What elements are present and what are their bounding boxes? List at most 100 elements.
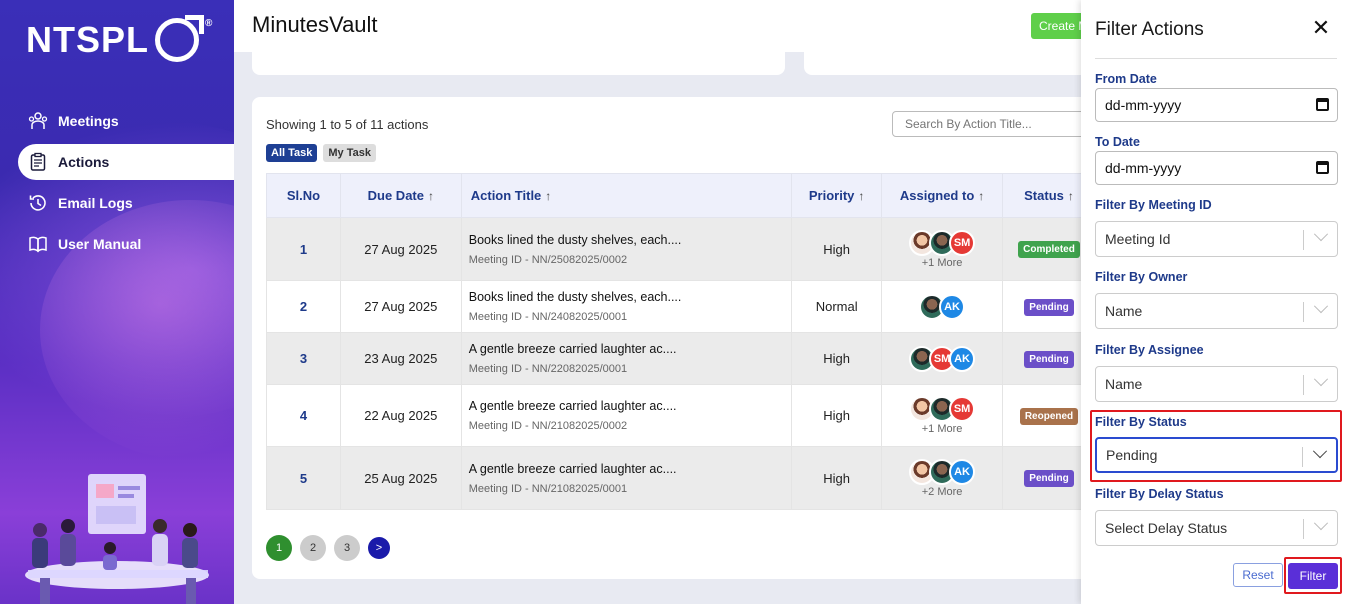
row-assigned-to: SM +1 More — [881, 384, 1004, 447]
status-badge: Completed — [1018, 241, 1080, 258]
column-header-action-title[interactable]: Action Title ↑ — [460, 173, 793, 218]
page-button-2[interactable]: 2 — [300, 535, 326, 561]
avatar: SM — [949, 229, 976, 256]
status-badge: Pending — [1024, 350, 1074, 368]
filter-button[interactable]: Filter — [1288, 563, 1338, 589]
row-assigned-to: AK — [881, 280, 1004, 333]
action-title-text[interactable]: Books lined the dusty shelves, each.... — [469, 233, 791, 247]
sidebar-item-email-logs[interactable]: Email Logs — [18, 185, 234, 221]
table-row[interactable]: 4 22 Aug 2025 A gentle breeze carried la… — [266, 384, 1096, 447]
next-page-icon[interactable]: > — [368, 537, 390, 559]
sort-arrow-icon[interactable]: ↑ — [978, 189, 984, 203]
action-title-text[interactable]: A gentle breeze carried laughter ac.... — [469, 342, 791, 356]
delay-status-select[interactable]: Select Delay Status — [1095, 510, 1338, 546]
action-title-text[interactable]: A gentle breeze carried laughter ac.... — [469, 462, 791, 476]
summary-card — [252, 52, 785, 75]
row-action-title[interactable]: Books lined the dusty shelves, each.... … — [460, 217, 793, 281]
to-date-input[interactable]: dd-mm-yyyy — [1095, 151, 1338, 185]
row-action-title[interactable]: A gentle breeze carried laughter ac.... … — [460, 384, 793, 447]
column-header-priority[interactable]: Priority ↑ — [791, 173, 883, 218]
sort-arrow-icon[interactable]: ↑ — [545, 189, 551, 203]
calendar-icon[interactable] — [1316, 98, 1329, 111]
chevron-down-icon[interactable] — [1313, 299, 1329, 314]
chevron-down-icon[interactable] — [1313, 516, 1329, 531]
sidebar-nav: Meetings Actions Email Logs User Manual — [18, 103, 234, 267]
sort-arrow-icon[interactable]: ↑ — [858, 189, 864, 203]
sort-arrow-icon[interactable]: ↑ — [428, 189, 434, 203]
assignee-select[interactable]: Name — [1095, 366, 1338, 402]
column-header-assigned-to[interactable]: Assigned to ↑ — [881, 173, 1004, 218]
row-due-date: 25 Aug 2025 — [339, 446, 462, 510]
status-badge: Reopened — [1019, 407, 1079, 425]
to-date-value: dd-mm-yyyy — [1105, 160, 1182, 176]
status-filter-label: Filter By Status — [1095, 415, 1187, 429]
tab-all-task[interactable]: All Task — [266, 144, 318, 162]
delay-status-filter-label: Filter By Delay Status — [1095, 487, 1224, 501]
table-row[interactable]: 1 27 Aug 2025 Books lined the dusty shel… — [266, 217, 1096, 281]
meeting-id-select[interactable]: Meeting Id — [1095, 221, 1338, 257]
row-action-title[interactable]: A gentle breeze carried laughter ac.... … — [460, 446, 793, 510]
chevron-down-icon[interactable] — [1313, 227, 1329, 242]
row-slno: 3 — [266, 332, 341, 385]
meeting-id-text: Meeting ID - NN/24082025/0001 — [468, 311, 628, 323]
close-icon[interactable]: ✕ — [1309, 15, 1333, 40]
status-value: Pending — [1106, 447, 1158, 463]
owner-select[interactable]: Name — [1095, 293, 1338, 329]
summary-card — [804, 52, 1094, 75]
row-action-title[interactable]: Books lined the dusty shelves, each.... … — [460, 280, 793, 333]
table-row[interactable]: 5 25 Aug 2025 A gentle breeze carried la… — [266, 446, 1096, 510]
column-header-due-date[interactable]: Due Date ↑ — [339, 173, 462, 218]
row-assigned-to: SM +1 More — [881, 217, 1004, 281]
task-tabs: All Task My Task — [266, 144, 376, 162]
chevron-down-icon[interactable] — [1312, 444, 1328, 459]
reset-button[interactable]: Reset — [1233, 563, 1283, 587]
more-assignees[interactable]: +1 More — [882, 257, 1002, 269]
sidebar-item-user-manual[interactable]: User Manual — [18, 226, 234, 262]
meeting-id-text: Meeting ID - NN/21082025/0002 — [468, 420, 628, 432]
row-due-date: 22 Aug 2025 — [339, 384, 462, 447]
sidebar-item-label: Email Logs — [58, 195, 133, 211]
row-priority: High — [791, 446, 883, 510]
tab-my-task[interactable]: My Task — [323, 144, 376, 162]
actions-table: Sl.No Due Date ↑ Action Title ↑ Priority ↑ … — [266, 173, 1096, 510]
sidebar-item-meetings[interactable]: Meetings — [18, 103, 234, 139]
row-assigned-to: AK +2 More — [881, 446, 1004, 510]
showing-count: Showing 1 to 5 of 11 actions — [266, 117, 429, 132]
row-assigned-to: SM AK — [881, 332, 1004, 385]
avatar: AK — [939, 293, 966, 320]
owner-value: Name — [1105, 303, 1143, 319]
brand-logo: NTSPL ® — [26, 18, 213, 62]
meeting-id-text: Meeting ID - NN/21082025/0001 — [468, 482, 628, 495]
meeting-id-value: Meeting Id — [1105, 231, 1171, 247]
sidebar-item-label: Actions — [58, 154, 110, 170]
sidebar-item-label: User Manual — [58, 236, 142, 252]
from-date-value: dd-mm-yyyy — [1105, 97, 1182, 113]
status-select[interactable]: Pending — [1095, 437, 1338, 473]
page-button-3[interactable]: 3 — [334, 535, 360, 561]
row-priority: Normal — [791, 280, 883, 333]
sort-arrow-icon[interactable]: ↑ — [1068, 189, 1074, 203]
more-assignees[interactable]: +2 More — [882, 486, 1002, 498]
assignee-filter-label: Filter By Assignee — [1095, 343, 1204, 357]
more-assignees[interactable]: +1 More — [882, 423, 1002, 435]
page-button-1[interactable]: 1 — [266, 535, 292, 561]
registered-mark: ® — [205, 18, 214, 29]
row-action-title[interactable]: A gentle breeze carried laughter ac.... … — [460, 332, 793, 385]
row-slno: 4 — [266, 384, 341, 447]
search-input[interactable] — [892, 111, 1092, 137]
sidebar-item-actions[interactable]: Actions — [18, 144, 234, 180]
avatar: AK — [949, 458, 976, 485]
brand-name: NTSPL — [26, 19, 150, 60]
calendar-icon[interactable] — [1316, 161, 1329, 174]
action-title-text[interactable]: Books lined the dusty shelves, each.... — [469, 290, 791, 304]
row-due-date: 23 Aug 2025 — [339, 332, 462, 385]
avatar: AK — [949, 345, 976, 372]
action-title-text[interactable]: A gentle breeze carried laughter ac.... — [469, 399, 791, 413]
row-due-date: 27 Aug 2025 — [339, 217, 462, 281]
meeting-id-text: Meeting ID - NN/22082025/0001 — [468, 363, 628, 375]
table-row[interactable]: 2 27 Aug 2025 Books lined the dusty shel… — [266, 280, 1096, 333]
table-row[interactable]: 3 23 Aug 2025 A gentle breeze carried la… — [266, 332, 1096, 385]
from-date-input[interactable]: dd-mm-yyyy — [1095, 88, 1338, 122]
row-priority: High — [791, 384, 883, 447]
chevron-down-icon[interactable] — [1313, 372, 1329, 387]
